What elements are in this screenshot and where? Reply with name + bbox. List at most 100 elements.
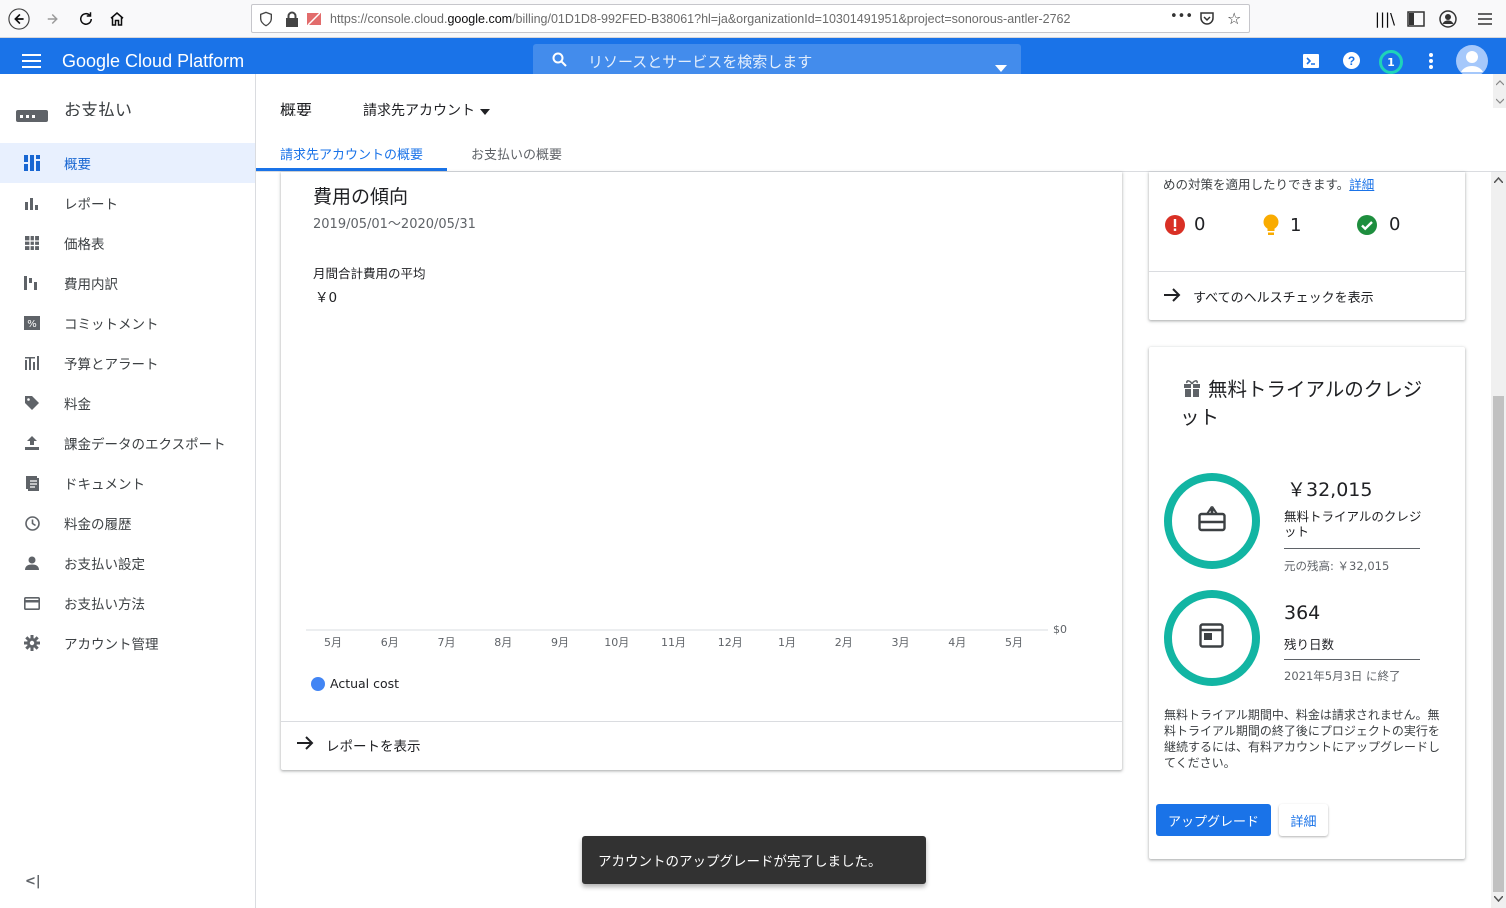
- scroll-arrows-icon: [1496, 80, 1504, 104]
- browser-toolbar: https://console.cloud.google.com/billing…: [0, 0, 1506, 38]
- calendar-icon: [1199, 623, 1224, 652]
- sidebar-item-6[interactable]: 予算とアラート: [0, 343, 255, 383]
- ok-count-value: 0: [1389, 214, 1401, 235]
- tab-payment-overview[interactable]: お支払いの概要: [471, 144, 581, 171]
- svg-text:%: %: [27, 319, 37, 330]
- home-icon[interactable]: [105, 7, 129, 31]
- menu-icon[interactable]: [1473, 7, 1497, 31]
- sidebar-item-3[interactable]: 価格表: [0, 223, 255, 263]
- sidebar-item-label: 料金: [64, 397, 91, 413]
- page-scrollbar[interactable]: [1491, 172, 1506, 908]
- detail-link[interactable]: 詳細: [1349, 177, 1374, 192]
- error-icon: [1165, 214, 1185, 235]
- sidebar-item-7[interactable]: 料金: [0, 383, 255, 423]
- sidebar-item-label: レポート: [64, 197, 118, 213]
- scroll-down-icon[interactable]: [1494, 896, 1503, 902]
- x-tick-label: 4月: [948, 636, 967, 649]
- pocket-icon[interactable]: [1199, 10, 1215, 30]
- divider: [281, 721, 1122, 722]
- library-icon[interactable]: |||\: [1373, 7, 1397, 31]
- sidebar-item-4[interactable]: 費用内訳: [0, 263, 255, 303]
- arrow-right-icon: [297, 736, 314, 754]
- sidebar-item-9[interactable]: ドキュメント: [0, 463, 255, 503]
- x-tick-label: 10月: [604, 636, 630, 649]
- sidebar-item-label: 予算とアラート: [64, 357, 159, 373]
- outer-scrollbar[interactable]: [1493, 74, 1506, 108]
- days-remaining-value: 364: [1284, 602, 1321, 624]
- x-tick-label: 12月: [717, 636, 743, 649]
- view-report-label: レポートを表示: [326, 739, 421, 755]
- hamburger-menu-icon[interactable]: [22, 53, 41, 72]
- billing-icon: [16, 102, 48, 122]
- sidebar-item-1[interactable]: 概要: [0, 143, 255, 183]
- sidebar-item-label: ドキュメント: [64, 477, 145, 493]
- tracking-blocked-icon[interactable]: [306, 11, 322, 31]
- sidebar-item-5[interactable]: % コミットメント: [0, 303, 255, 343]
- tag-icon: [0, 396, 64, 410]
- x-tick-label: 3月: [891, 636, 910, 649]
- x-tick-label: 1月: [778, 636, 796, 649]
- sidebar-item-8[interactable]: 課金データのエクスポート: [0, 423, 255, 463]
- trial-card-title: 無料トライアルのクレジット: [1180, 378, 1423, 429]
- url-text[interactable]: https://console.cloud.google.com/billing…: [330, 12, 1150, 26]
- lock-icon[interactable]: [285, 11, 299, 31]
- url-bar[interactable]: https://console.cloud.google.com/billing…: [251, 4, 1250, 33]
- scrollbar-thumb[interactable]: [1493, 396, 1504, 892]
- back-icon[interactable]: [7, 7, 31, 31]
- tab-billing-account-overview[interactable]: 請求先アカウントの概要: [256, 144, 447, 171]
- sidebar-item-10[interactable]: 料金の履歴: [0, 503, 255, 543]
- help-icon[interactable]: ?: [1343, 52, 1360, 73]
- account-selector[interactable]: 請求先アカウント: [363, 96, 490, 116]
- page-actions-icon[interactable]: •••: [1170, 9, 1193, 24]
- warning-count: 1: [1263, 214, 1301, 236]
- upgrade-button[interactable]: アップグレード: [1156, 804, 1271, 836]
- person-icon: [0, 556, 64, 570]
- credit-card-icon: [0, 596, 64, 610]
- account-icon[interactable]: [1436, 7, 1460, 31]
- export-icon: [0, 436, 64, 450]
- percent-icon: %: [0, 316, 64, 330]
- search-input[interactable]: リソースとサービスを検索します: [533, 44, 1021, 74]
- sidebar-item-2[interactable]: レポート: [0, 183, 255, 223]
- document-icon: [0, 475, 64, 491]
- search-placeholder: リソースとサービスを検索します: [588, 53, 813, 71]
- tab-label: 請求先アカウントの概要: [280, 148, 424, 163]
- cloud-shell-icon[interactable]: [1303, 53, 1319, 72]
- detail-button[interactable]: 詳細: [1279, 804, 1328, 836]
- more-vert-icon[interactable]: [1429, 52, 1433, 74]
- table-icon: [0, 236, 64, 250]
- view-all-health-checks-link[interactable]: すべてのヘルスチェックを表示: [1164, 287, 1374, 306]
- sidebar-item-13[interactable]: アカウント管理: [0, 623, 255, 663]
- reload-icon[interactable]: [74, 7, 98, 31]
- sidebar-item-label: 概要: [64, 157, 91, 173]
- x-tick-label: 5月: [324, 636, 342, 649]
- shield-icon[interactable]: [258, 11, 274, 31]
- view-report-link[interactable]: レポートを表示: [297, 735, 421, 755]
- sidebar-item-label: アカウント管理: [64, 637, 159, 653]
- gift-card-icon: [1198, 505, 1226, 536]
- collapse-sidebar-icon[interactable]: <|: [25, 874, 41, 889]
- x-tick-label: 5月: [1005, 636, 1023, 649]
- app-title[interactable]: Google Cloud Platform: [62, 51, 244, 72]
- forward-icon[interactable]: [41, 7, 65, 31]
- dashboard-icon: [0, 155, 64, 171]
- ok-count: 0: [1357, 214, 1400, 235]
- notification-badge[interactable]: 1: [1379, 50, 1403, 74]
- check-circle-icon: [1357, 214, 1377, 235]
- divider: [1149, 271, 1465, 272]
- trial-end-date: 2021年5月3日 に終了: [1284, 669, 1401, 683]
- divider: [1284, 659, 1420, 660]
- waterfall-icon: [0, 276, 64, 290]
- legend-label: Actual cost: [330, 676, 400, 691]
- sidebar-toggle-icon[interactable]: [1404, 7, 1428, 31]
- error-count-value: 0: [1194, 214, 1206, 235]
- history-icon: [0, 515, 64, 531]
- x-tick-label: 7月: [437, 636, 456, 649]
- sidebar-item-11[interactable]: お支払い設定: [0, 543, 255, 583]
- trial-note: 無料トライアル期間中、料金は請求されません。無料トライアル期間の終了後にプロジェ…: [1164, 708, 1441, 770]
- scroll-up-icon[interactable]: [1494, 177, 1503, 183]
- sidebar-item-12[interactable]: お支払い方法: [0, 583, 255, 623]
- cost-trend-title: 費用の傾向: [313, 186, 409, 208]
- bookmark-star-icon[interactable]: ☆: [1227, 9, 1241, 28]
- sidebar-item-label: 課金データのエクスポート: [64, 437, 226, 453]
